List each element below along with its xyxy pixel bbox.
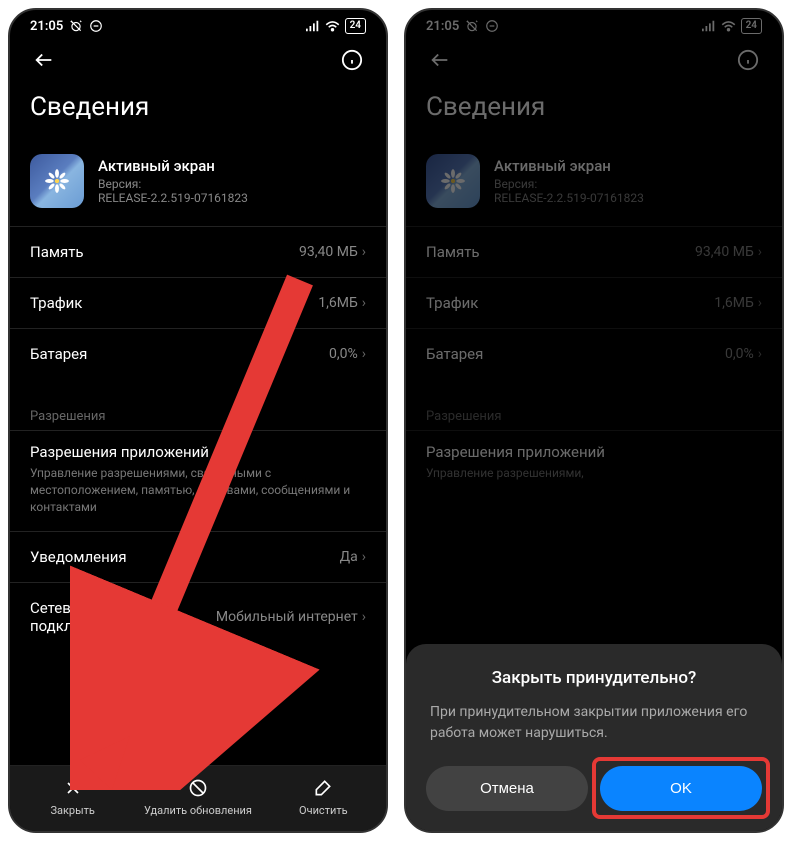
dnd-icon <box>89 19 103 33</box>
traffic-item[interactable]: Трафик 1,6МБ› <box>406 277 782 328</box>
signal-icon <box>306 20 320 32</box>
uninstall-button[interactable]: Удалить обновления <box>135 776 260 817</box>
app-version-label: Версия: <box>98 177 366 191</box>
permissions-header: Разрешения <box>10 403 386 430</box>
traffic-label: Трафик <box>30 294 82 312</box>
close-icon <box>61 776 85 800</box>
memory-label: Память <box>30 243 84 261</box>
clear-button[interactable]: Очистить <box>261 776 386 817</box>
page-title: Сведения <box>10 82 386 142</box>
dialog-title: Закрыть принудительно? <box>426 668 762 688</box>
traffic-label: Трафик <box>426 294 478 312</box>
back-button[interactable] <box>30 46 58 74</box>
chevron-right-icon: › <box>758 244 762 260</box>
cancel-button[interactable]: Отмена <box>426 766 588 811</box>
signal-icon <box>702 20 716 32</box>
app-info-row: Активный экран Версия: RELEASE-2.2.519-0… <box>10 142 386 226</box>
page-title: Сведения <box>406 82 782 142</box>
network-label: Сетевые подключения <box>30 599 180 635</box>
back-button[interactable] <box>426 46 454 74</box>
phone-screen-right: 21:05 24 <box>404 8 784 833</box>
app-info-row: Активный экран Версия: RELEASE-2.2.519-0… <box>406 142 782 226</box>
info-button[interactable] <box>338 46 366 74</box>
alarm-off-icon <box>465 19 479 33</box>
clear-icon <box>311 776 335 800</box>
permissions-desc: Управление разрешениями, <box>426 465 762 482</box>
dialog-message: При принудительном закрытии приложения е… <box>426 702 762 744</box>
app-icon <box>30 154 84 208</box>
traffic-item[interactable]: Трафик 1,6МБ› <box>10 277 386 328</box>
chevron-right-icon: › <box>362 244 366 260</box>
battery-label: Батарея <box>426 345 483 363</box>
app-name: Активный экран <box>494 157 762 175</box>
app-permissions-item[interactable]: Разрешения приложений Управление разреше… <box>406 430 782 498</box>
battery-item[interactable]: Батарея 0,0%› <box>406 328 782 379</box>
notifications-item[interactable]: Уведомления Да› <box>10 531 386 582</box>
app-version: RELEASE-2.2.519-07161823 <box>494 191 762 205</box>
app-version-label: Версия: <box>494 177 762 191</box>
chevron-right-icon: › <box>758 346 762 362</box>
app-permissions-item[interactable]: Разрешения приложений Управление разреше… <box>10 430 386 531</box>
status-bar: 21:05 24 <box>10 10 386 38</box>
chevron-right-icon: › <box>362 295 366 311</box>
chevron-right-icon: › <box>362 549 366 565</box>
permissions-desc: Управление разрешениями, связанными с ме… <box>30 465 366 515</box>
battery-indicator: 24 <box>345 18 366 34</box>
close-button[interactable]: Закрыть <box>10 776 135 817</box>
header <box>406 38 782 82</box>
force-close-dialog: Закрыть принудительно? При принудительно… <box>406 644 782 831</box>
network-item[interactable]: Сетевые подключения Мобильный интернет› <box>10 582 386 651</box>
wifi-icon <box>325 20 340 32</box>
app-version: RELEASE-2.2.519-07161823 <box>98 191 366 205</box>
alarm-off-icon <box>69 19 83 33</box>
status-time: 21:05 <box>30 19 63 34</box>
ok-button[interactable]: OK <box>600 766 762 811</box>
notifications-label: Уведомления <box>30 548 127 566</box>
bottom-bar: Закрыть Удалить обновления Очистить <box>10 765 386 831</box>
status-bar: 21:05 24 <box>406 10 782 38</box>
memory-item[interactable]: Память 93,40 МБ› <box>10 226 386 277</box>
app-name: Активный экран <box>98 157 366 175</box>
status-time: 21:05 <box>426 19 459 34</box>
app-icon <box>426 154 480 208</box>
memory-label: Память <box>426 243 480 261</box>
header <box>10 38 386 82</box>
chevron-right-icon: › <box>758 295 762 311</box>
uninstall-icon <box>186 776 210 800</box>
info-button[interactable] <box>734 46 762 74</box>
battery-label: Батарея <box>30 345 87 363</box>
dnd-icon <box>485 19 499 33</box>
battery-item[interactable]: Батарея 0,0%› <box>10 328 386 379</box>
permissions-header: Разрешения <box>406 403 782 430</box>
chevron-right-icon: › <box>362 346 366 362</box>
memory-item[interactable]: Память 93,40 МБ› <box>406 226 782 277</box>
permissions-title: Разрешения приложений <box>426 443 762 461</box>
battery-indicator: 24 <box>741 18 762 34</box>
phone-screen-left: 21:05 24 <box>8 8 388 833</box>
wifi-icon <box>721 20 736 32</box>
chevron-right-icon: › <box>362 609 366 625</box>
permissions-title: Разрешения приложений <box>30 443 366 461</box>
